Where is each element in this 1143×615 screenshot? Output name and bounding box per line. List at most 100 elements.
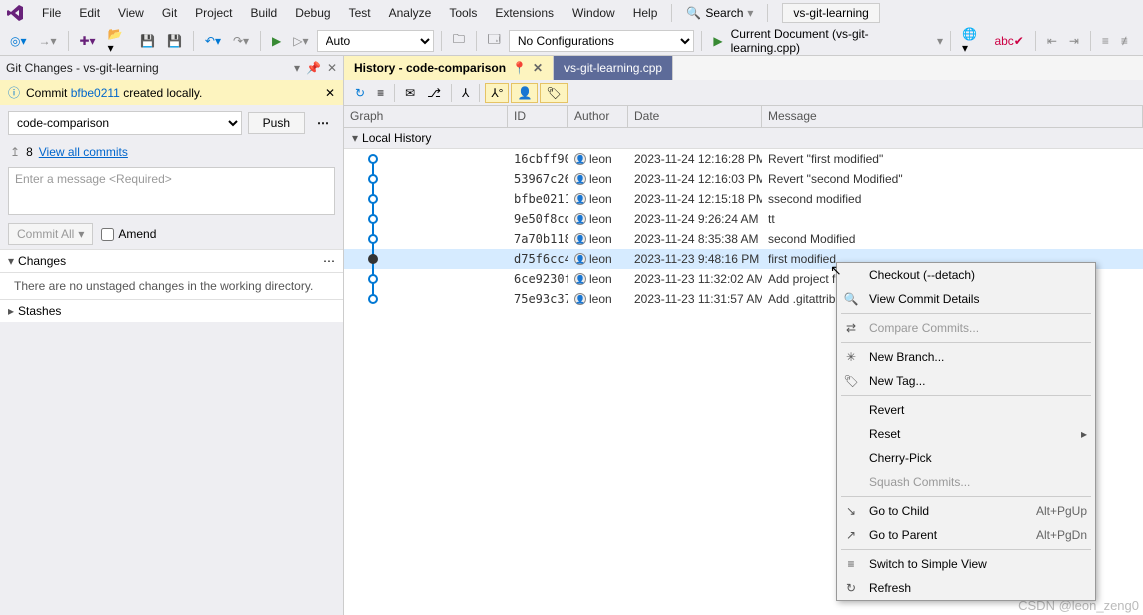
abc-check-icon[interactable]: abc✔ [990, 32, 1027, 50]
commit-row[interactable]: 9e50f8cd👤leon2023-11-24 9:26:24 AMtt [344, 209, 1143, 229]
start-no-debug-icon[interactable]: ▷▾ [289, 32, 312, 50]
branch-view-icon[interactable]: ⎇ [422, 84, 446, 102]
save-all-icon[interactable]: 💾 [163, 32, 186, 50]
nav-back-icon[interactable]: ◎▾ [6, 32, 31, 50]
filter-icon[interactable]: ✉ [400, 84, 420, 102]
stashes-section-header[interactable]: Stashes [0, 299, 343, 322]
col-head-graph[interactable]: Graph [344, 106, 508, 127]
menu-analyze[interactable]: Analyze [381, 3, 440, 23]
menu-debug[interactable]: Debug [287, 3, 338, 23]
chevron-down-icon[interactable]: ▾ [937, 34, 943, 48]
nav-fwd-icon[interactable]: →▾ [35, 32, 61, 50]
commit-date: 2023-11-24 12:15:18 PM [628, 191, 762, 207]
menu-build[interactable]: Build [243, 3, 286, 23]
comment-icon[interactable]: ≡ [1098, 32, 1113, 50]
commit-id: 9e50f8cd [508, 211, 568, 227]
tab-label: vs-git-learning.cpp [564, 61, 662, 75]
col-head-author[interactable]: Author [568, 106, 628, 127]
browser-icon[interactable]: 🌐▾ [958, 25, 986, 57]
search-icon: 🔍 [686, 6, 701, 20]
ctx-checkout-detach[interactable]: Checkout (--detach) [837, 263, 1095, 287]
ctx-new-branch[interactable]: ✳New Branch... [837, 345, 1095, 369]
col-head-id[interactable]: ID [508, 106, 568, 127]
ctx-go-to-child[interactable]: ↘Go to ChildAlt+PgUp [837, 499, 1095, 523]
tag-toggle-icon[interactable]: 🏷 [540, 83, 567, 103]
col-head-date[interactable]: Date [628, 106, 762, 127]
close-icon[interactable]: ✕ [327, 61, 337, 75]
commit-row[interactable]: 16cbff90👤leon2023-11-24 12:16:28 PMRever… [344, 149, 1143, 169]
new-project-icon[interactable]: ✚▾ [76, 32, 100, 50]
ctx-go-to-parent[interactable]: ↗Go to ParentAlt+PgDn [837, 523, 1095, 547]
configurations-dropdown[interactable]: No Configurations [509, 30, 695, 52]
indent-icon[interactable]: ⇤ [1043, 32, 1061, 50]
tab-cpp[interactable]: vs-git-learning.cpp [554, 56, 673, 80]
menubar: FileEditViewGitProjectBuildDebugTestAnal… [0, 0, 1143, 26]
refresh-icon[interactable]: ↻ [350, 84, 370, 102]
search-menu[interactable]: 🔍 Search ▾ [678, 3, 761, 23]
push-button[interactable]: Push [248, 112, 305, 134]
ctx-revert[interactable]: Revert [837, 398, 1095, 422]
menu-extensions[interactable]: Extensions [487, 3, 562, 23]
menu-item-icon: ≡ [841, 557, 861, 571]
menu-item-icon: ↘ [841, 504, 861, 518]
menu-window[interactable]: Window [564, 3, 623, 23]
undo-icon[interactable]: ↶▾ [201, 32, 225, 50]
open-icon[interactable]: 📂▾ [104, 25, 132, 57]
commit-row[interactable]: bfbe0211👤leon2023-11-24 12:15:18 PMsseco… [344, 189, 1143, 209]
ctx-view-commit-details[interactable]: 🔍View Commit Details [837, 287, 1095, 311]
commit-row[interactable]: 7a70b118👤leon2023-11-24 8:35:38 AMsecond… [344, 229, 1143, 249]
start-icon[interactable]: ▶ [268, 32, 285, 50]
amend-checkbox[interactable]: Amend [101, 227, 156, 241]
view-all-commits-link[interactable]: View all commits [39, 145, 128, 159]
redo-icon[interactable]: ↷▾ [229, 32, 253, 50]
commit-message: tt [762, 211, 1143, 227]
list-icon[interactable]: ≡ [372, 84, 389, 102]
menu-tools[interactable]: Tools [441, 3, 485, 23]
author-toggle-icon[interactable]: 👤 [511, 83, 538, 103]
ctx-switch-to-simple-view[interactable]: ≡Switch to Simple View [837, 552, 1095, 576]
ctx-new-tag[interactable]: 🏷New Tag... [837, 369, 1095, 393]
uncomment-icon[interactable]: ≢ [1117, 32, 1137, 50]
folder-icon[interactable]: 🗀 [449, 28, 469, 53]
pin-icon[interactable]: 📍 [512, 61, 527, 75]
project-context[interactable]: vs-git-learning [782, 3, 879, 23]
commit-id: 16cbff90 [508, 151, 568, 167]
branch-dropdown[interactable]: code-comparison [8, 111, 242, 135]
changes-section-header[interactable]: Changes ⋯ [0, 249, 343, 273]
col-head-msg[interactable]: Message [762, 106, 1143, 127]
menu-git[interactable]: Git [154, 3, 185, 23]
config-auto-dropdown[interactable]: Auto [317, 30, 434, 52]
close-icon[interactable]: ✕ [533, 61, 543, 75]
more-icon[interactable]: ⋯ [323, 254, 335, 268]
menu-help[interactable]: Help [625, 3, 666, 23]
pin-icon[interactable]: 📌 [306, 61, 321, 75]
more-actions-icon[interactable]: ⋯ [311, 113, 335, 133]
menu-project[interactable]: Project [187, 3, 240, 23]
run-doc-icon[interactable]: ▶ [709, 32, 726, 50]
save-config-icon[interactable]: 🗔 [484, 28, 505, 53]
menu-edit[interactable]: Edit [71, 3, 108, 23]
ctx-cherry-pick[interactable]: Cherry-Pick [837, 446, 1095, 470]
mouse-cursor-icon: ↖ [830, 262, 842, 279]
commit-id-link[interactable]: bfbe0211 [71, 86, 120, 100]
tab-label: History - code-comparison [354, 61, 506, 75]
tab-history[interactable]: History - code-comparison 📍 ✕ [344, 56, 554, 80]
menu-test[interactable]: Test [341, 3, 379, 23]
menu-view[interactable]: View [110, 3, 152, 23]
amend-checkbox-input[interactable] [101, 228, 114, 241]
ctx-reset[interactable]: Reset▸ [837, 422, 1095, 446]
current-doc-label[interactable]: Current Document (vs-git-learning.cpp) [731, 27, 933, 55]
local-history-section[interactable]: Local History [344, 128, 1143, 149]
window-dropdown-icon[interactable]: ▾ [294, 61, 300, 75]
graph-icon[interactable]: ⅄ [457, 84, 474, 102]
commit-all-button[interactable]: Commit All▾ [8, 223, 93, 245]
outdent-icon[interactable]: ⇥ [1065, 32, 1083, 50]
commit-message-input[interactable]: Enter a message <Required> [8, 167, 335, 215]
commit-row[interactable]: 53967c26👤leon2023-11-24 12:16:03 PMRever… [344, 169, 1143, 189]
menu-file[interactable]: File [34, 3, 69, 23]
branch-graph-toggle-icon[interactable]: ⅄° [485, 83, 509, 103]
ctx-refresh[interactable]: ↻Refresh [837, 576, 1095, 600]
commit-dot-icon [368, 234, 378, 244]
dismiss-icon[interactable]: ✕ [325, 86, 335, 100]
save-icon[interactable]: 💾 [136, 32, 159, 50]
